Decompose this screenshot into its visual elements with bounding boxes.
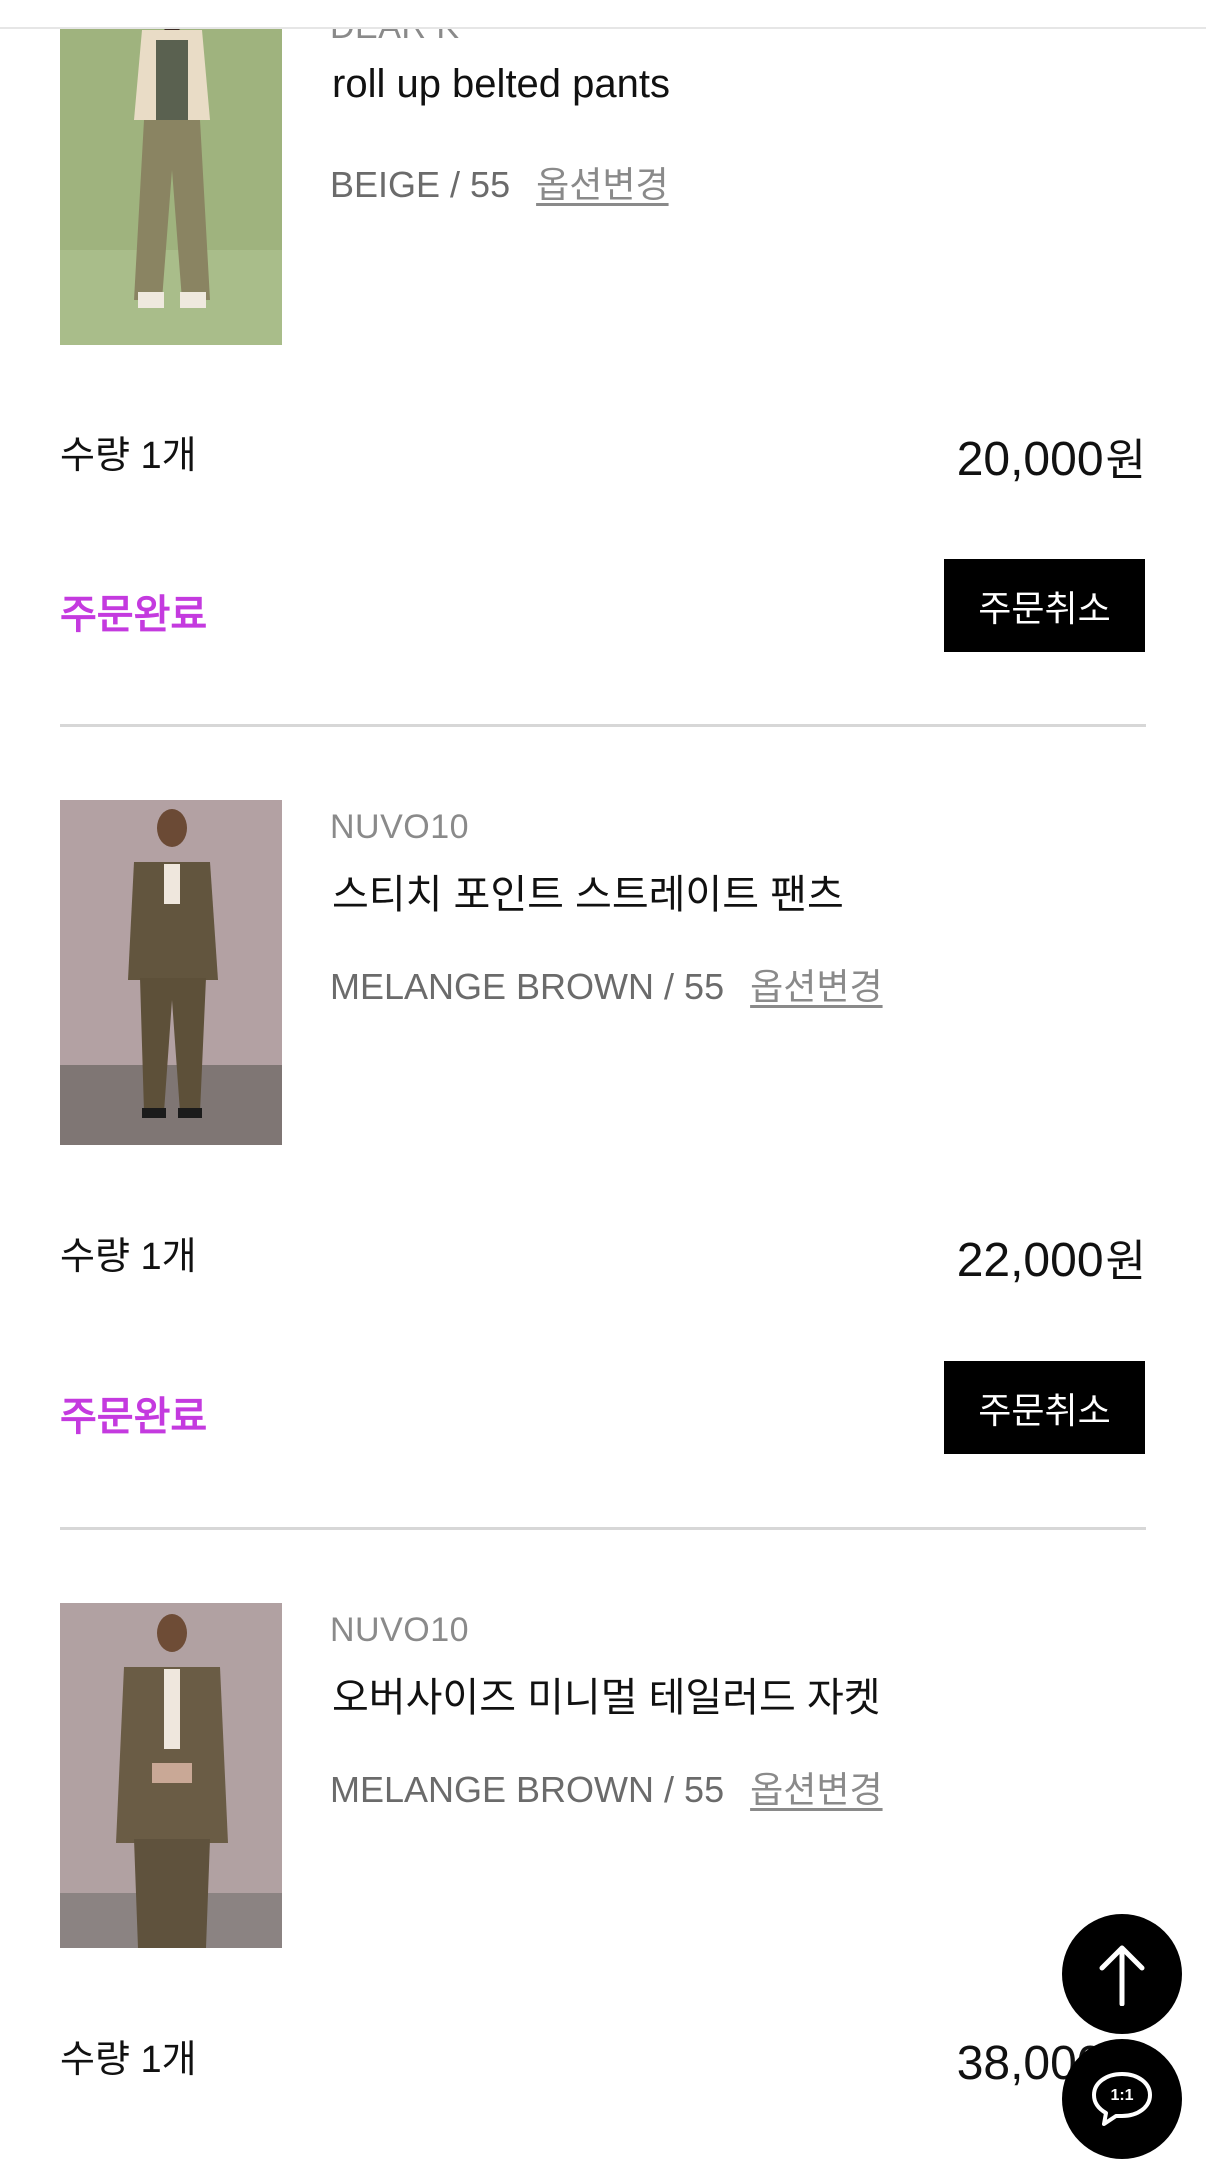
cancel-order-button[interactable]: 주문취소 [944,1361,1145,1454]
cancel-order-button[interactable]: 주문취소 [944,559,1145,652]
arrow-up-icon [1099,1945,1145,2006]
item-divider [60,1527,1146,1530]
product-thumbnail[interactable] [60,800,282,1145]
price-value: 20,000 [956,433,1104,486]
quantity-label: 수량 1개 [60,2039,197,2081]
product-name[interactable]: roll up belted pants [332,62,670,107]
price-label: 22,000원 [957,1225,1146,1289]
price-label: 20,000원 [957,424,1146,488]
price-value: 22,000 [956,1234,1104,1287]
product-option: MELANGE BROWN / 55 [330,1769,725,1810]
option-change-link[interactable]: 옵션변경 [750,1769,882,1810]
product-brand: NUVO10 [330,808,470,846]
product-name[interactable]: 오버사이즈 미니멀 테일러드 자켓 [332,1665,881,1723]
product-brand: NUVO10 [330,1611,470,1649]
product-option-line: MELANGE BROWN / 55 옵션변경 [330,958,883,1010]
top-header-bar [0,0,1206,29]
product-option-line: MELANGE BROWN / 55 옵션변경 [330,1761,883,1813]
price-currency: 원 [1105,436,1146,485]
item-divider [60,724,1146,727]
scroll-top-button[interactable] [1062,1914,1182,2034]
chat-button[interactable]: 1:1 [1062,2039,1182,2159]
option-change-link[interactable]: 옵션변경 [750,966,882,1007]
product-thumbnail[interactable] [60,0,282,345]
product-thumbnail[interactable] [60,1603,282,1948]
product-option: BEIGE / 55 [330,164,511,205]
chat-bubble-icon: 1:1 [1092,2072,1152,2126]
quantity-label: 수량 1개 [60,435,197,477]
product-option: MELANGE BROWN / 55 [330,966,725,1007]
price-currency: 원 [1105,1237,1146,1286]
order-status: 주문완료 [60,1395,208,1439]
order-status: 주문완료 [60,593,208,637]
product-name[interactable]: 스티치 포인트 스트레이트 팬츠 [332,862,844,920]
chat-badge-label: 1:1 [1110,2087,1133,2104]
option-change-link[interactable]: 옵션변경 [536,164,668,205]
product-option-line: BEIGE / 55 옵션변경 [330,156,669,208]
quantity-label: 수량 1개 [60,1236,197,1278]
